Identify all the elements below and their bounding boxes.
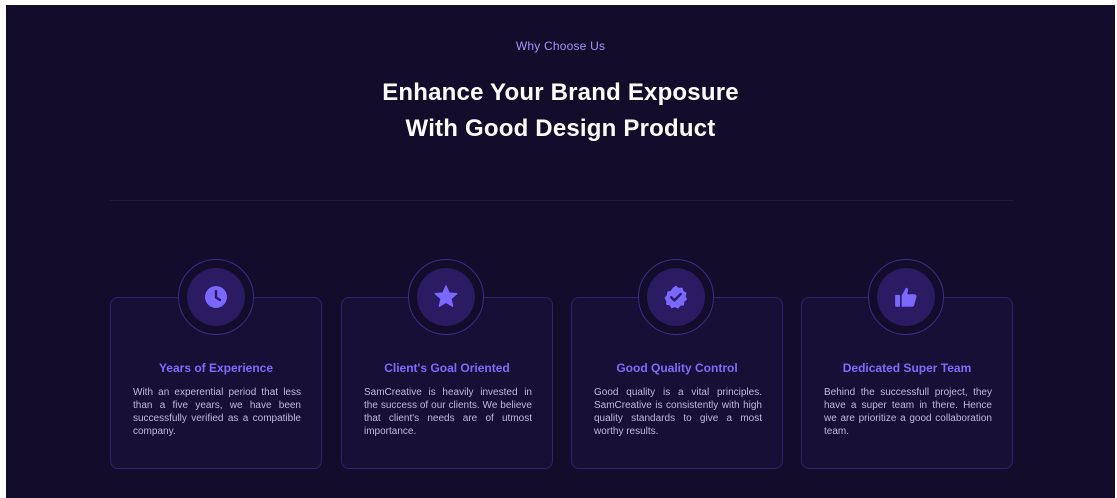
feature-description: With an experential period that less tha… — [133, 387, 301, 437]
verified-badge-icon — [664, 285, 688, 309]
section-divider — [109, 200, 1013, 201]
headline-line-2: With Good Design Product — [405, 115, 716, 142]
section-headline: Enhance Your Brand Exposure With Good De… — [6, 75, 1115, 147]
feature-badge-client-goal — [408, 259, 484, 335]
feature-badge-team — [868, 259, 944, 335]
feature-badge-experience — [178, 259, 254, 335]
why-choose-us-section: Why Choose Us Enhance Your Brand Exposur… — [6, 5, 1115, 498]
feature-description: Good quality is a vital principles. SamC… — [594, 387, 762, 437]
feature-description: SamCreative is heavily invested in the s… — [364, 387, 532, 437]
headline-line-1: Enhance Your Brand Exposure — [382, 79, 739, 106]
clock-icon — [205, 286, 227, 308]
feature-badge-quality — [638, 259, 714, 335]
feature-title: Dedicated Super Team — [842, 361, 972, 375]
feature-title: Client's Goal Oriented — [384, 361, 510, 375]
star-icon — [434, 285, 458, 307]
feature-description: Behind the successfull project, they hav… — [824, 387, 992, 437]
section-eyebrow: Why Choose Us — [515, 39, 606, 53]
feature-title: Years of Experience — [158, 361, 274, 375]
feature-title: Good Quality Control — [616, 361, 738, 375]
thumbs-up-icon — [895, 287, 917, 307]
